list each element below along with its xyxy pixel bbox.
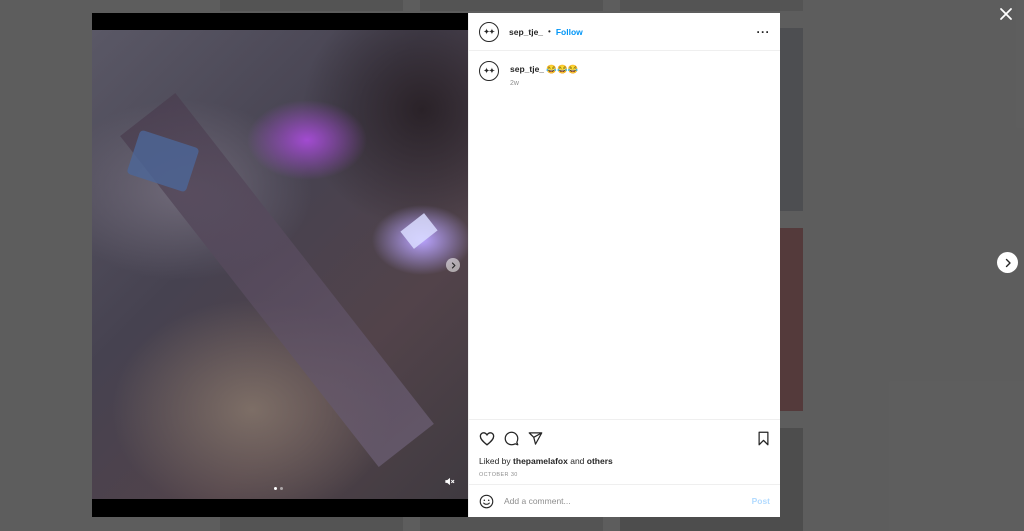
close-icon <box>1000 8 1012 20</box>
comment-button[interactable] <box>504 431 519 446</box>
post-header: ✦✦ sep_tje_ • Follow ··· <box>469 13 780 51</box>
post-date[interactable]: OCTOBER 30 <box>479 472 770 478</box>
likes-prefix: Liked by <box>479 456 511 466</box>
add-comment-bar: Post <box>469 484 780 517</box>
post-sidebar: ✦✦ sep_tje_ • Follow ··· ✦✦ sep_tje_ 😂😂😂… <box>468 13 780 517</box>
share-button[interactable] <box>528 431 543 446</box>
save-button[interactable] <box>757 431 770 446</box>
more-options-icon[interactable]: ··· <box>757 25 771 39</box>
caption-username[interactable]: sep_tje_ <box>510 64 544 74</box>
comment-input[interactable] <box>504 496 752 506</box>
close-button[interactable] <box>996 5 1016 25</box>
separator-dot: • <box>548 27 551 36</box>
avatar[interactable]: ✦✦ <box>479 21 499 42</box>
like-button[interactable] <box>479 431 495 446</box>
speaker-muted-icon <box>444 477 454 485</box>
post-modal: ✦✦ sep_tje_ • Follow ··· ✦✦ sep_tje_ 😂😂😂… <box>92 13 780 517</box>
carousel-dot <box>280 487 283 490</box>
post-comment-button[interactable]: Post <box>752 496 770 506</box>
bookmark-icon <box>758 431 769 445</box>
post-video[interactable] <box>92 30 468 499</box>
carousel-dot-active <box>274 487 277 490</box>
likes-conjunction: and <box>570 456 585 466</box>
likes-summary: Liked by thepamelafox and others <box>479 456 770 466</box>
emoji-icon <box>479 494 494 508</box>
post-caption: ✦✦ sep_tje_ 😂😂😂 2w <box>479 61 770 87</box>
comment-icon <box>504 431 519 445</box>
avatar[interactable]: ✦✦ <box>479 61 499 81</box>
emoji-button[interactable] <box>479 494 494 509</box>
chevron-right-icon <box>451 261 455 269</box>
post-actions: Liked by thepamelafox and others OCTOBER… <box>469 419 780 484</box>
liked-by-username[interactable]: thepamelafox <box>513 456 568 466</box>
follow-button[interactable]: Follow <box>556 27 583 37</box>
heart-icon <box>479 431 495 446</box>
comments-section: ✦✦ sep_tje_ 😂😂😂 2w <box>469 51 780 419</box>
post-media <box>92 13 468 517</box>
mute-button[interactable] <box>442 474 456 488</box>
post-author-username[interactable]: sep_tje_ <box>509 27 543 37</box>
caption-text: 😂😂😂 <box>546 64 579 74</box>
carousel-indicator <box>274 487 283 490</box>
next-post-button[interactable] <box>997 252 1018 273</box>
likes-others-link[interactable]: others <box>587 456 613 466</box>
paper-plane-icon <box>528 431 543 445</box>
chevron-right-icon <box>1005 258 1011 267</box>
carousel-next-button[interactable] <box>446 258 460 272</box>
caption-timestamp[interactable]: 2w <box>510 80 578 87</box>
